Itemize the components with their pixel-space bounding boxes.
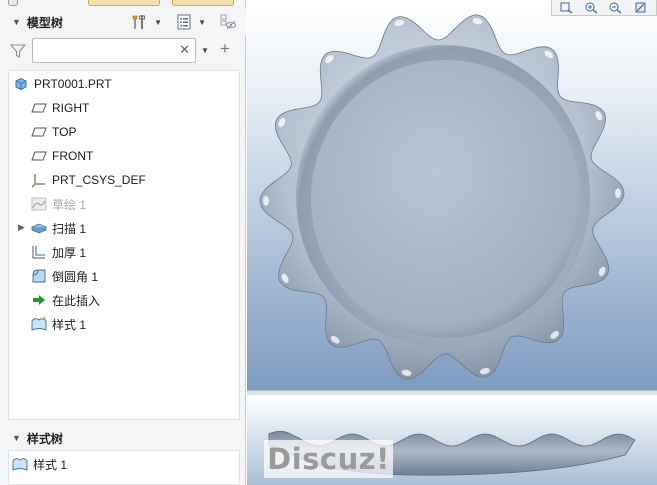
insert-here-arrow-icon — [30, 292, 48, 308]
chevron-down-icon[interactable]: ▼ — [154, 18, 162, 27]
tree-item-thicken[interactable]: 加厚 1 — [30, 241, 86, 263]
filter-funnel-icon[interactable] — [9, 43, 27, 62]
graphics-viewport[interactable] — [247, 0, 657, 390]
collapse-triangle-icon[interactable]: ▼ — [12, 433, 21, 443]
dish-inner-surface — [311, 60, 581, 338]
round-icon — [30, 268, 48, 284]
tree-item-label: PRT0001.PRT — [34, 77, 112, 91]
tree-item-label: 倒圆角 1 — [52, 269, 99, 284]
tree-item-datum-right[interactable]: RIGHT — [30, 97, 89, 119]
thicken-icon — [30, 244, 48, 260]
repaint-icon[interactable] — [633, 1, 649, 15]
svg-text:*: * — [43, 316, 47, 323]
add-icon[interactable]: + — [220, 40, 230, 58]
datum-plane-icon — [30, 100, 48, 116]
tree-item-label: 在此插入 — [52, 293, 101, 308]
model-tree-header[interactable]: ▼ 模型树 ▼ ▼ — [0, 9, 246, 35]
tree-item-label: RIGHT — [52, 101, 90, 115]
tree-item-datum-front[interactable]: FRONT — [30, 145, 93, 167]
clear-search-icon[interactable]: ✕ — [179, 42, 190, 58]
tree-item-sweep[interactable]: 扫描 1 — [30, 217, 86, 239]
datum-plane-icon — [30, 148, 48, 164]
watermark-text: Discuz! — [267, 442, 390, 476]
chevron-down-icon[interactable]: ▼ — [201, 46, 209, 55]
style-tree-item[interactable]: 样式 1 — [11, 453, 67, 475]
model-tree-search[interactable]: ✕ — [32, 38, 196, 63]
tree-item-label: 加厚 1 — [52, 245, 87, 260]
model-tree-tools: ▼ ▼ — [130, 12, 238, 32]
tree-item-csys[interactable]: PRT_CSYS_DEF — [30, 169, 146, 191]
style-tree: 样式 1 — [8, 450, 240, 485]
navigator-tab[interactable] — [8, 0, 18, 6]
style-surface-icon: * — [30, 316, 48, 332]
tree-item-style[interactable]: * 样式 1 — [30, 313, 86, 335]
style-tree-header[interactable]: ▼ 样式树 — [0, 427, 246, 449]
wavy-dish-model[interactable] — [247, 0, 657, 390]
tree-item-label: 样式 1 — [33, 457, 68, 472]
datum-plane-icon — [30, 124, 48, 140]
expand-triangle-icon[interactable]: ▶ — [18, 222, 25, 233]
navigator-tab-strip — [0, 0, 246, 8]
tree-item-round[interactable]: 倒圆角 1 — [30, 265, 98, 287]
forum-watermark: Discuz! — [264, 440, 393, 478]
tree-item-sketch[interactable]: 草绘 1 — [30, 193, 86, 215]
model-tree-filter-row: ✕ ▼ + — [0, 37, 246, 65]
model-tree: PRT0001.PRT RIGHT TOP FRONT PRT_CSYS_DEF… — [8, 70, 240, 420]
navigator-tab[interactable] — [172, 0, 234, 6]
search-input[interactable] — [33, 39, 173, 61]
navigator-panel: ▼ 模型树 ▼ ▼ ✕ ▼ + PRT0001.PRT RIGHT TOP FR… — [0, 0, 246, 485]
zoom-out-icon[interactable] — [608, 1, 624, 15]
part-icon — [12, 76, 30, 92]
tree-item-label: 扫描 1 — [52, 221, 87, 236]
tree-item-label: TOP — [52, 125, 77, 139]
tree-item-insert-here[interactable]: 在此插入 — [30, 289, 100, 311]
chevron-down-icon[interactable]: ▼ — [198, 18, 206, 27]
tree-item-label: PRT_CSYS_DEF — [52, 173, 146, 187]
view-toolbar — [551, 0, 657, 16]
model-tree-title: 模型树 — [26, 15, 63, 30]
show-list-icon[interactable] — [174, 12, 194, 32]
zoom-in-icon[interactable] — [584, 1, 600, 15]
settings-tools-icon[interactable] — [130, 12, 150, 32]
sweep-icon — [30, 220, 48, 236]
tree-item-label: 草绘 1 — [52, 197, 87, 212]
style-surface-icon — [11, 456, 29, 472]
tree-item-label: FRONT — [52, 149, 94, 163]
visibility-filter-icon[interactable] — [218, 12, 238, 32]
coordinate-system-icon — [30, 172, 48, 188]
navigator-tab[interactable] — [88, 0, 160, 6]
tree-item-part[interactable]: PRT0001.PRT — [12, 73, 112, 95]
collapse-triangle-icon[interactable]: ▼ — [12, 17, 21, 27]
tree-item-datum-top[interactable]: TOP — [30, 121, 76, 143]
tree-item-label: 样式 1 — [52, 317, 87, 332]
zoom-fit-icon[interactable] — [559, 1, 575, 15]
sketch-icon — [30, 196, 48, 212]
style-tree-title: 样式树 — [26, 431, 63, 446]
